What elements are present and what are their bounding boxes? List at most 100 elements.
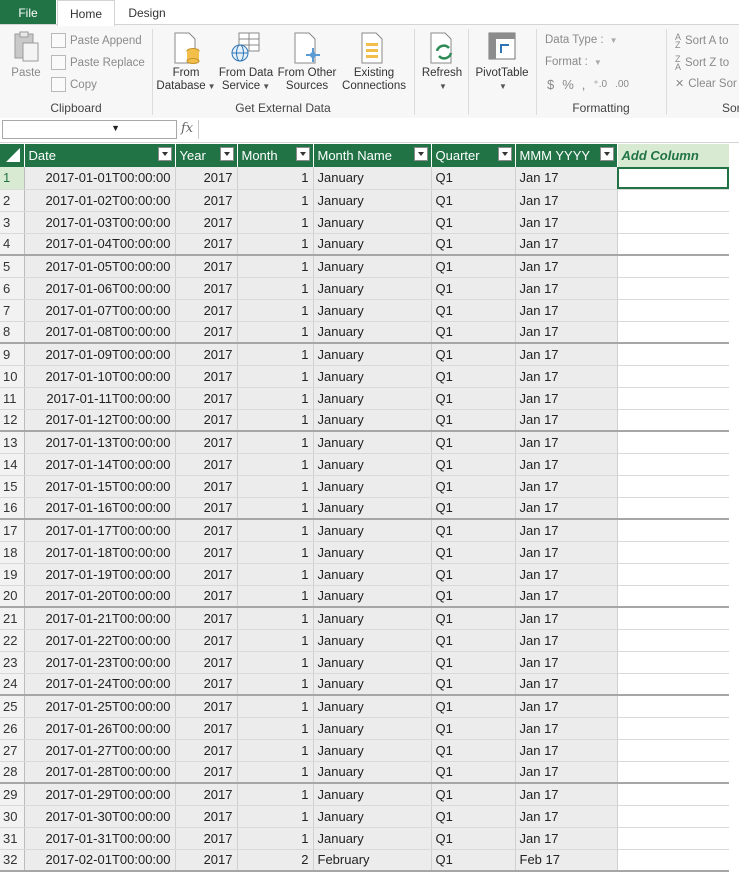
month-cell[interactable]: 1: [237, 431, 314, 454]
comma-icon[interactable]: ,: [582, 77, 586, 92]
table-row[interactable]: 6 2017-01-06T00:00:00 2017 1 January Q1 Jan 17: [0, 277, 729, 300]
quarter-cell[interactable]: Q1: [431, 695, 516, 718]
date-cell[interactable]: 2017-01-30T00:00:00: [24, 805, 176, 828]
currency-icon[interactable]: $: [547, 77, 554, 92]
month-cell[interactable]: 1: [237, 607, 314, 630]
formula-input[interactable]: [198, 120, 739, 139]
date-cell[interactable]: 2017-01-12T00:00:00: [24, 409, 176, 432]
year-cell[interactable]: 2017: [175, 739, 238, 762]
row-number[interactable]: 30: [0, 805, 25, 828]
date-cell[interactable]: 2017-01-16T00:00:00: [24, 497, 176, 520]
month-cell[interactable]: 1: [237, 497, 314, 520]
existing-connections-button[interactable]: Existing Connections: [340, 31, 408, 95]
copy-button[interactable]: Copy: [51, 77, 97, 92]
month-name-cell[interactable]: January: [313, 717, 432, 740]
year-cell[interactable]: 2017: [175, 167, 238, 190]
quarter-cell[interactable]: Q1: [431, 431, 516, 454]
mmm-yyyy-cell[interactable]: Jan 17: [515, 321, 618, 344]
month-cell[interactable]: 1: [237, 827, 314, 850]
row-number[interactable]: 13: [0, 431, 25, 454]
date-cell[interactable]: 2017-01-13T00:00:00: [24, 431, 176, 454]
table-row[interactable]: 8 2017-01-08T00:00:00 2017 1 January Q1 Jan 17: [0, 321, 729, 344]
mmm-yyyy-cell[interactable]: Jan 17: [515, 761, 618, 784]
mmm-yyyy-cell[interactable]: Jan 17: [515, 475, 618, 498]
quarter-cell[interactable]: Q1: [431, 739, 516, 762]
add-column-header[interactable]: Add Column: [617, 144, 729, 167]
mmm-yyyy-cell[interactable]: Jan 17: [515, 387, 618, 410]
row-number[interactable]: 9: [0, 343, 25, 366]
month-name-cell[interactable]: January: [313, 299, 432, 322]
month-cell[interactable]: 1: [237, 739, 314, 762]
quarter-cell[interactable]: Q1: [431, 519, 516, 542]
table-row[interactable]: 5 2017-01-05T00:00:00 2017 1 January Q1 Jan 17: [0, 255, 729, 278]
row-number[interactable]: 6: [0, 277, 25, 300]
date-cell[interactable]: 2017-01-31T00:00:00: [24, 827, 176, 850]
decrease-decimal-icon[interactable]: .00: [615, 79, 629, 90]
month-cell[interactable]: 1: [237, 387, 314, 410]
select-all-corner[interactable]: [0, 144, 25, 167]
quarter-cell[interactable]: Q1: [431, 277, 516, 300]
year-cell[interactable]: 2017: [175, 211, 238, 234]
date-cell[interactable]: 2017-02-01T00:00:00: [24, 849, 176, 872]
row-number[interactable]: 8: [0, 321, 25, 344]
month-name-cell[interactable]: January: [313, 783, 432, 806]
mmm-yyyy-cell[interactable]: Jan 17: [515, 299, 618, 322]
add-column-cell[interactable]: [617, 189, 729, 212]
row-number[interactable]: 5: [0, 255, 25, 278]
add-column-cell[interactable]: [617, 409, 729, 432]
quarter-cell[interactable]: Q1: [431, 365, 516, 388]
date-cell[interactable]: 2017-01-04T00:00:00: [24, 233, 176, 256]
mmm-yyyy-cell[interactable]: Jan 17: [515, 519, 618, 542]
month-cell[interactable]: 1: [237, 211, 314, 234]
table-row[interactable]: 9 2017-01-09T00:00:00 2017 1 January Q1 Jan 17: [0, 343, 729, 366]
year-cell[interactable]: 2017: [175, 783, 238, 806]
column-header-mmm-yyyy[interactable]: MMM YYYY: [515, 144, 618, 167]
month-cell[interactable]: 1: [237, 343, 314, 366]
date-cell[interactable]: 2017-01-05T00:00:00: [24, 255, 176, 278]
year-cell[interactable]: 2017: [175, 343, 238, 366]
year-cell[interactable]: 2017: [175, 673, 238, 696]
mmm-yyyy-cell[interactable]: Jan 17: [515, 805, 618, 828]
row-number[interactable]: 16: [0, 497, 25, 520]
year-cell[interactable]: 2017: [175, 519, 238, 542]
filter-dropdown-icon[interactable]: [413, 147, 428, 161]
quarter-cell[interactable]: Q1: [431, 585, 516, 608]
table-row[interactable]: 28 2017-01-28T00:00:00 2017 1 January Q1 Jan 1…: [0, 761, 729, 784]
mmm-yyyy-cell[interactable]: Jan 17: [515, 255, 618, 278]
add-column-cell[interactable]: [617, 651, 729, 674]
sort-a-to-z-button[interactable]: AZ Sort A to: [675, 33, 729, 50]
date-cell[interactable]: 2017-01-15T00:00:00: [24, 475, 176, 498]
month-cell[interactable]: 1: [237, 167, 314, 190]
quarter-cell[interactable]: Q1: [431, 321, 516, 344]
month-name-cell[interactable]: January: [313, 761, 432, 784]
table-row[interactable]: 15 2017-01-15T00:00:00 2017 1 January Q1 Jan 1…: [0, 475, 729, 498]
year-cell[interactable]: 2017: [175, 365, 238, 388]
table-row[interactable]: 20 2017-01-20T00:00:00 2017 1 January Q1 Jan 1…: [0, 585, 729, 608]
from-data-service-button[interactable]: From Data Service ▼: [216, 31, 276, 95]
month-name-cell[interactable]: January: [313, 651, 432, 674]
paste-replace-button[interactable]: Paste Replace: [51, 55, 145, 70]
date-cell[interactable]: 2017-01-07T00:00:00: [24, 299, 176, 322]
add-column-cell[interactable]: [617, 453, 729, 476]
quarter-cell[interactable]: Q1: [431, 211, 516, 234]
filter-dropdown-icon[interactable]: [157, 147, 172, 161]
date-cell[interactable]: 2017-01-08T00:00:00: [24, 321, 176, 344]
mmm-yyyy-cell[interactable]: Jan 17: [515, 189, 618, 212]
month-cell[interactable]: 1: [237, 805, 314, 828]
sort-z-to-a-button[interactable]: ZA Sort Z to: [675, 55, 729, 72]
month-name-cell[interactable]: January: [313, 409, 432, 432]
month-name-cell[interactable]: January: [313, 453, 432, 476]
date-cell[interactable]: 2017-01-17T00:00:00: [24, 519, 176, 542]
quarter-cell[interactable]: Q1: [431, 167, 516, 190]
table-row[interactable]: 29 2017-01-29T00:00:00 2017 1 January Q1 Jan 1…: [0, 783, 729, 806]
row-number[interactable]: 23: [0, 651, 25, 674]
quarter-cell[interactable]: Q1: [431, 541, 516, 564]
year-cell[interactable]: 2017: [175, 563, 238, 586]
row-number[interactable]: 17: [0, 519, 25, 542]
year-cell[interactable]: 2017: [175, 651, 238, 674]
date-cell[interactable]: 2017-01-03T00:00:00: [24, 211, 176, 234]
quarter-cell[interactable]: Q1: [431, 849, 516, 872]
month-cell[interactable]: 1: [237, 277, 314, 300]
add-column-cell[interactable]: [617, 255, 729, 278]
year-cell[interactable]: 2017: [175, 321, 238, 344]
